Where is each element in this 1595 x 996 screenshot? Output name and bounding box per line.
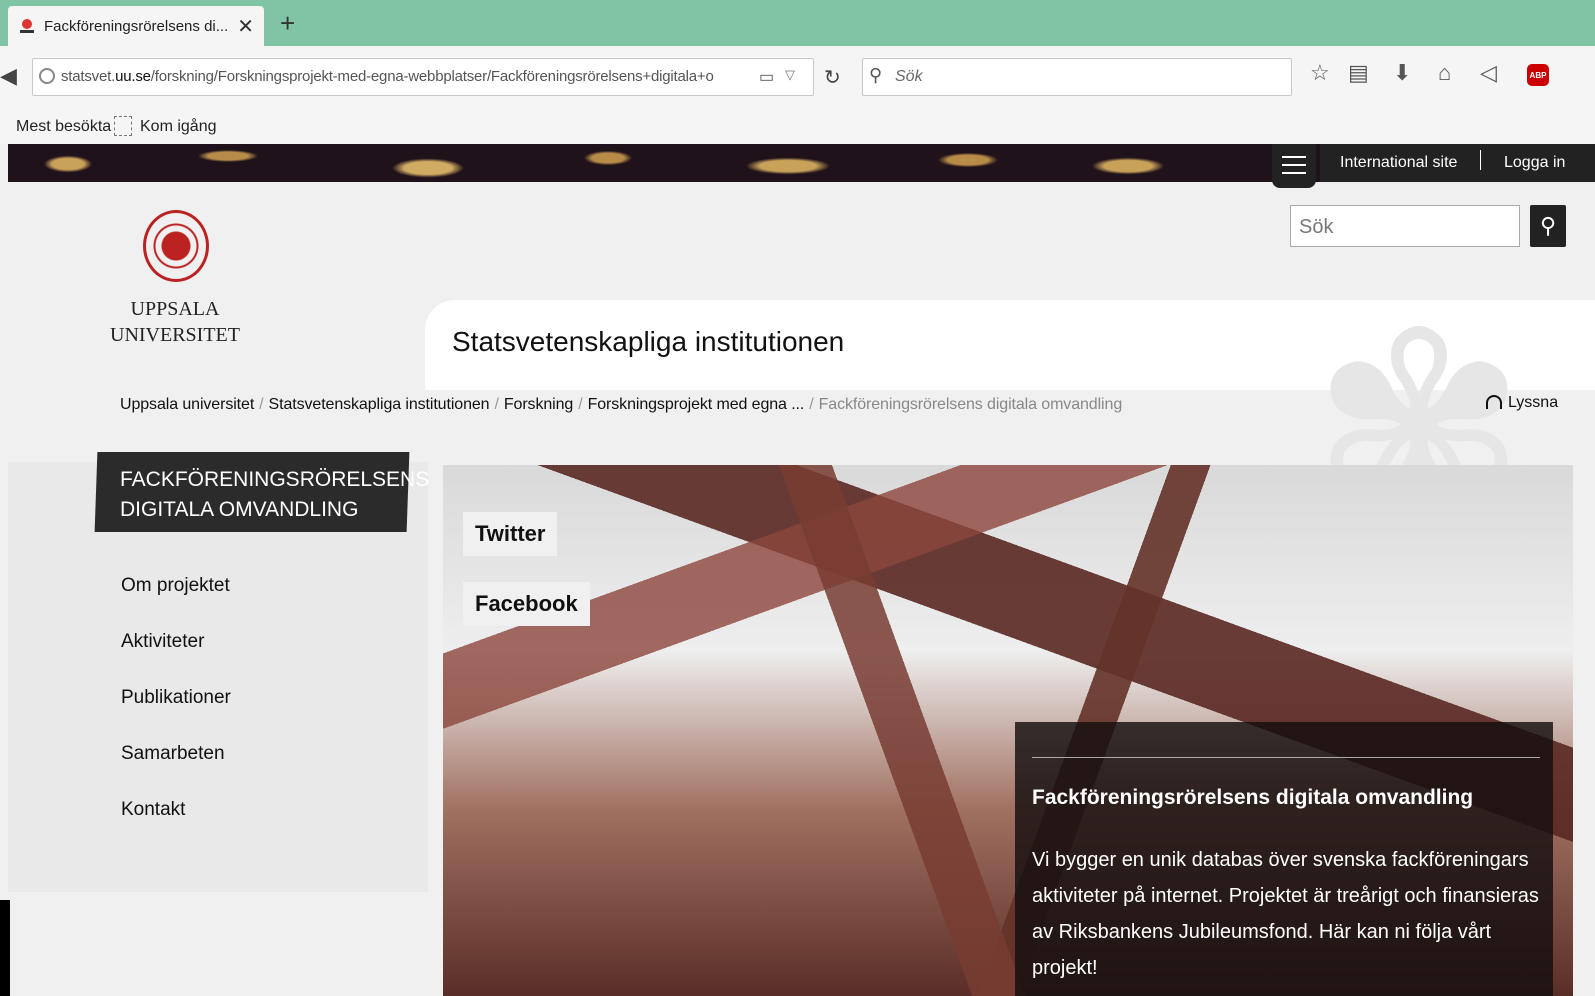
sidebar-item-collaborations[interactable]: Samarbeten [121, 743, 225, 765]
caption-divider [1032, 757, 1540, 758]
bookmark-page-icon [114, 116, 132, 136]
reader-view-icon[interactable]: ▭ [759, 67, 774, 87]
international-site-link[interactable]: International site [1340, 154, 1457, 172]
logo-line-1: UPPSALA [130, 298, 220, 320]
close-tab-icon[interactable]: ✕ [237, 14, 254, 39]
breadcrumb-item[interactable]: Uppsala universitet [120, 396, 254, 413]
department-title[interactable]: Statsvetenskapliga institutionen [452, 326, 844, 358]
divider [1480, 150, 1481, 170]
caption-title: Fackföreningsrörelsens digitala omvandli… [1032, 786, 1474, 809]
search-icon: ⚲ [1539, 213, 1557, 238]
browser-search-field[interactable]: ⚲ Sök [862, 58, 1292, 96]
menu-icon[interactable] [1272, 144, 1316, 188]
search-icon: ⚲ [869, 65, 883, 85]
breadcrumb-current: Fackföreningsrörelsens digitala omvandli… [818, 396, 1123, 413]
window-edge [0, 900, 10, 996]
listen-button[interactable]: Lyssna [1486, 394, 1558, 412]
back-arrow-icon[interactable]: ◀ [0, 63, 22, 91]
address-bar[interactable]: statsvet.uu.se/forskning/Forskningsproje… [32, 58, 841, 96]
university-logo-text[interactable]: UPPSALA UNIVERSITET [100, 296, 250, 348]
home-icon[interactable]: ⌂ [1438, 60, 1451, 86]
bookmarks-list-icon[interactable]: ▤ [1348, 60, 1369, 86]
bookmark-get-started[interactable]: Kom igång [140, 118, 217, 136]
site-favicon-icon [20, 19, 34, 33]
reload-icon[interactable]: ↻ [813, 65, 841, 90]
sidebar-item-publications[interactable]: Publikationer [121, 687, 231, 709]
browser-tab-bar: Fackföreningsrörelsens di... ✕ + [0, 0, 1595, 46]
sidebar-title-line-1: FACKFÖRENINGSRÖRELSENS [120, 468, 430, 491]
browser-nav-bar: ◀ statsvet.uu.se/forskning/Forskningspro… [0, 46, 1595, 106]
listen-label: Lyssna [1508, 394, 1559, 411]
headphones-icon [1486, 395, 1502, 409]
bookmark-star-icon[interactable]: ☆ [1310, 60, 1330, 86]
site-search-button[interactable]: ⚲ [1530, 205, 1566, 247]
twitter-button[interactable]: Twitter [463, 512, 558, 556]
sidebar-item-about[interactable]: Om projektet [121, 575, 230, 597]
tab-title: Fackföreningsrörelsens di... [44, 17, 229, 35]
breadcrumb-item[interactable]: Statsvetenskapliga institutionen [269, 396, 490, 413]
breadcrumb: Uppsala universitet / Statsvetenskapliga i… [120, 396, 1123, 413]
new-tab-button[interactable]: + [280, 8, 295, 39]
site-search-placeholder: Sök [1299, 216, 1334, 238]
adblock-icon[interactable]: ABP [1527, 64, 1549, 86]
top-links: International site Logga in [1320, 144, 1595, 182]
sidebar-title[interactable]: FACKFÖRENINGSRÖRELSENS DIGITALA OMVANDLI… [120, 465, 429, 525]
bookmark-most-visited[interactable]: Mest besökta [16, 118, 111, 136]
university-seal-icon[interactable] [143, 210, 209, 282]
globe-icon [39, 68, 55, 84]
breadcrumb-item[interactable]: Forskning [504, 396, 573, 413]
send-icon[interactable]: ◁ [1480, 60, 1497, 86]
site-search-input[interactable]: Sök [1290, 205, 1520, 247]
browser-tab[interactable]: Fackföreningsrörelsens di... ✕ [8, 6, 264, 46]
url-text: statsvet.uu.se/forskning/Forskningsproje… [61, 68, 714, 85]
login-link[interactable]: Logga in [1504, 154, 1565, 172]
sidebar-title-line-2: DIGITALA OMVANDLING [120, 498, 359, 521]
browser-search-placeholder: Sök [895, 68, 923, 85]
sidebar-item-activities[interactable]: Aktiviteter [121, 631, 204, 653]
download-icon[interactable]: ⬇ [1393, 60, 1411, 86]
bookmarks-toolbar: Mest besökta Kom igång [0, 106, 1595, 144]
caption-text: Vi bygger en unik databas över svenska f… [1032, 849, 1539, 979]
sidebar-item-contact[interactable]: Kontakt [121, 799, 185, 821]
logo-line-2: UNIVERSITET [110, 324, 240, 346]
facebook-button[interactable]: Facebook [463, 582, 590, 626]
chevron-down-icon[interactable]: ▽ [785, 67, 795, 83]
breadcrumb-item[interactable]: Forskningsprojekt med egna ... [588, 396, 805, 413]
